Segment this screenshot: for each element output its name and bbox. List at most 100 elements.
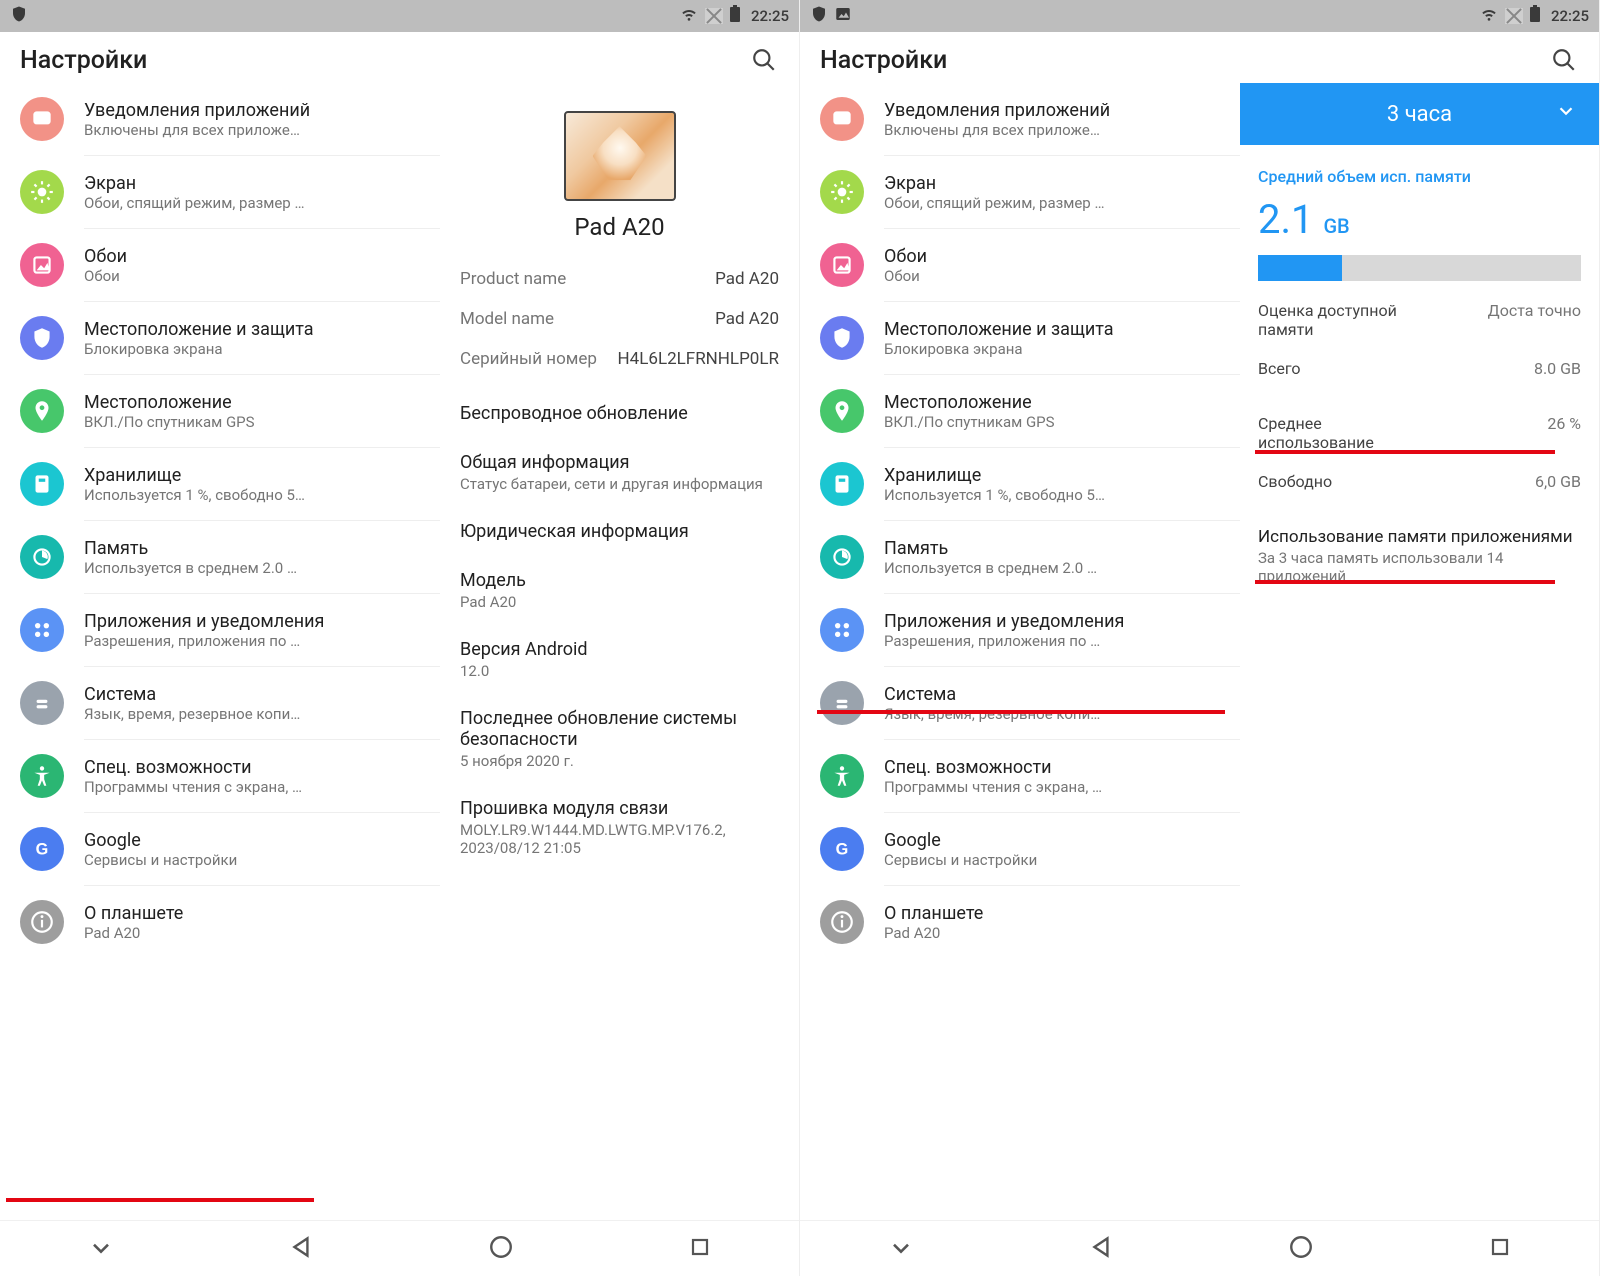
memory-period-selector[interactable]: 3 часа — [1240, 83, 1599, 145]
settings-row-title: Местоположение и защита — [84, 319, 430, 340]
settings-row-title: Обои — [884, 246, 1230, 267]
shield-icon — [10, 5, 28, 27]
settings-row-title: Уведомления приложений — [84, 100, 430, 121]
search-button[interactable] — [751, 47, 779, 75]
settings-row-subtitle: Блокировка экрана — [84, 340, 430, 358]
shield-icon — [810, 5, 828, 27]
settings-row-title: Приложения и уведомления — [884, 611, 1230, 632]
settings-row-google[interactable]: GGoogleСервисы и настройки — [800, 813, 1240, 885]
settings-row-title: Местоположение — [84, 392, 430, 413]
status-time: 22:25 — [751, 7, 789, 25]
memory-avg-label: Средний объем исп. памяти — [1258, 167, 1581, 186]
storage-icon — [820, 462, 864, 506]
search-button[interactable] — [1551, 47, 1579, 75]
nav-back-icon[interactable] — [1089, 1234, 1115, 1264]
settings-row-shield[interactable]: Местоположение и защитаБлокировка экрана — [800, 302, 1240, 374]
settings-row-system[interactable]: СистемаЯзык, время, резервное копи… — [800, 667, 1240, 739]
memory-usage-bar — [1258, 255, 1581, 281]
settings-row-wallpaper[interactable]: ОбоиОбои — [0, 229, 440, 301]
device-info-item[interactable]: Беспроводное обновление — [460, 389, 779, 438]
settings-row-brightness[interactable]: ЭкранОбои, спящий режим, размер … — [800, 156, 1240, 228]
settings-row-message[interactable]: Уведомления приложенийВключены для всех … — [0, 83, 440, 155]
settings-row-wallpaper[interactable]: ОбоиОбои — [800, 229, 1240, 301]
nav-collapse-icon[interactable] — [87, 1233, 115, 1265]
highlight-underline-about — [6, 1198, 314, 1202]
memory-apps-usage[interactable]: Использование памяти приложениями За 3 ч… — [1240, 507, 1599, 605]
page-title: Настройки — [820, 46, 947, 75]
settings-row-subtitle: Используется в среднем 2.0 … — [884, 559, 1230, 577]
nav-collapse-icon[interactable] — [887, 1233, 915, 1265]
device-info-item[interactable]: Версия Android12.0 — [460, 625, 779, 694]
svg-text:G: G — [36, 840, 49, 858]
message-icon — [820, 97, 864, 141]
settings-row-subtitle: ВКЛ./По спутникам GPS — [84, 413, 430, 431]
settings-row-title: Google — [84, 830, 430, 851]
settings-row-subtitle: Pad A20 — [84, 924, 430, 942]
device-info-item[interactable]: Общая информацияСтатус батареи, сети и д… — [460, 438, 779, 507]
status-time: 22:25 — [1551, 7, 1589, 25]
a11y-icon — [20, 754, 64, 798]
settings-row-location[interactable]: МестоположениеВКЛ./По спутникам GPS — [0, 375, 440, 447]
apps-icon — [20, 608, 64, 652]
no-sim-icon — [1505, 8, 1523, 24]
settings-row-subtitle: Включены для всех приложе… — [84, 121, 430, 139]
settings-row-brightness[interactable]: ЭкранОбои, спящий режим, размер … — [0, 156, 440, 228]
shield-icon — [820, 316, 864, 360]
device-spec-row: Серийный номерH4L6L2LFRNHLP0LR — [460, 339, 779, 379]
settings-row-apps[interactable]: Приложения и уведомленияРазрешения, прил… — [0, 594, 440, 666]
location-icon — [20, 389, 64, 433]
device-info-item[interactable]: Последнее обновление системы безопасност… — [460, 694, 779, 784]
battery-icon — [729, 5, 741, 27]
system-icon — [20, 681, 64, 725]
settings-row-subtitle: ВКЛ./По спутникам GPS — [884, 413, 1230, 431]
nav-recent-icon[interactable] — [1488, 1235, 1512, 1263]
settings-row-memory[interactable]: ПамятьИспользуется в среднем 2.0 … — [800, 521, 1240, 593]
settings-row-subtitle: Обои, спящий режим, размер … — [884, 194, 1230, 212]
settings-row-apps[interactable]: Приложения и уведомленияРазрешения, прил… — [800, 594, 1240, 666]
settings-row-title: Хранилище — [884, 465, 1230, 486]
apps-icon — [820, 608, 864, 652]
status-bar: 22:25 — [0, 0, 799, 32]
settings-row-a11y[interactable]: Спец. возможностиПрограммы чтения с экра… — [800, 740, 1240, 812]
settings-row-title: Система — [884, 684, 1230, 705]
settings-row-memory[interactable]: ПамятьИспользуется в среднем 2.0 … — [0, 521, 440, 593]
highlight-underline-total — [1255, 450, 1555, 454]
svg-text:G: G — [836, 840, 849, 858]
nav-recent-icon[interactable] — [688, 1235, 712, 1263]
settings-row-title: Хранилище — [84, 465, 430, 486]
settings-row-subtitle: Обои — [884, 267, 1230, 285]
nav-home-icon[interactable] — [1288, 1234, 1314, 1264]
settings-row-title: Приложения и уведомления — [84, 611, 430, 632]
device-info-item[interactable]: Юридическая информация — [460, 507, 779, 556]
settings-row-system[interactable]: СистемаЯзык, время, резервное копи… — [0, 667, 440, 739]
settings-row-subtitle: Программы чтения с экрана, … — [884, 778, 1230, 796]
device-name: Pad A20 — [460, 213, 779, 241]
nav-home-icon[interactable] — [488, 1234, 514, 1264]
settings-row-shield[interactable]: Местоположение и защитаБлокировка экрана — [0, 302, 440, 374]
settings-row-storage[interactable]: ХранилищеИспользуется 1 %, свободно 5… — [800, 448, 1240, 520]
settings-row-message[interactable]: Уведомления приложенийВключены для всех … — [800, 83, 1240, 155]
settings-row-subtitle: Обои, спящий режим, размер … — [84, 194, 430, 212]
system-icon — [820, 681, 864, 725]
info-icon — [20, 900, 64, 944]
settings-row-a11y[interactable]: Спец. возможностиПрограммы чтения с экра… — [0, 740, 440, 812]
system-nav-bar — [800, 1220, 1599, 1276]
settings-row-storage[interactable]: ХранилищеИспользуется 1 %, свободно 5… — [0, 448, 440, 520]
settings-row-title: Система — [84, 684, 430, 705]
nav-back-icon[interactable] — [289, 1234, 315, 1264]
settings-row-subtitle: Включены для всех приложе… — [884, 121, 1230, 139]
device-spec-row: Model namePad A20 — [460, 299, 779, 339]
device-info-item[interactable]: МодельPad A20 — [460, 556, 779, 625]
device-info-item[interactable]: Прошивка модуля связиMOLY.LR9.W1444.MD.L… — [460, 784, 779, 871]
google-icon: G — [820, 827, 864, 871]
settings-row-info[interactable]: О планшетеPad A20 — [0, 886, 440, 958]
status-bar: 22:25 — [800, 0, 1599, 32]
location-icon — [820, 389, 864, 433]
settings-row-location[interactable]: МестоположениеВКЛ./По спутникам GPS — [800, 375, 1240, 447]
settings-row-info[interactable]: О планшетеPad A20 — [800, 886, 1240, 958]
memory-period-label: 3 часа — [1387, 102, 1452, 127]
settings-row-google[interactable]: GGoogleСервисы и настройки — [0, 813, 440, 885]
chevron-down-icon — [1555, 100, 1577, 128]
battery-icon — [1529, 5, 1541, 27]
app-header: Настройки — [0, 32, 799, 83]
